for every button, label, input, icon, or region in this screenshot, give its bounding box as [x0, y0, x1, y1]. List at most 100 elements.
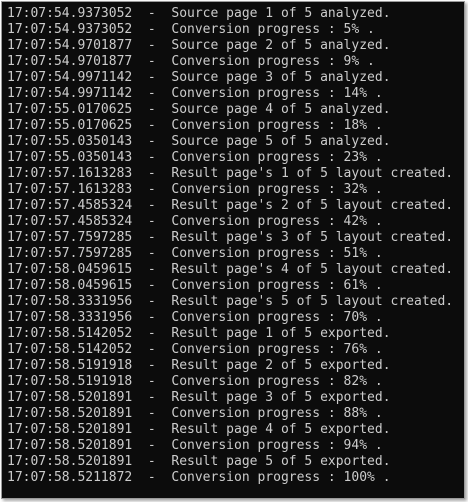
- log-timestamp: 17:07:58.5191918: [7, 374, 133, 389]
- log-message: Conversion progress : 100% .: [171, 470, 391, 485]
- log-message: Conversion progress : 18% .: [171, 118, 383, 133]
- log-timestamp: 17:07:54.9373052: [7, 22, 133, 37]
- log-message: Source page 5 of 5 analyzed.: [171, 134, 391, 149]
- log-timestamp: 17:07:57.1613283: [7, 182, 133, 197]
- log-line: 17:07:57.4585324 Conversion progress : 42…: [7, 214, 453, 230]
- log-message: Result page 4 of 5 exported.: [171, 422, 391, 437]
- log-line: 17:07:58.3331956 Result page's 5 of 5 lay…: [7, 294, 453, 310]
- log-line: 17:07:58.5211872 Conversion progress : 10…: [7, 470, 453, 486]
- log-message: Conversion progress : 14% .: [171, 86, 383, 101]
- log-separator: [132, 262, 171, 277]
- log-separator: [132, 326, 171, 341]
- log-message: Conversion progress : 61% .: [171, 278, 383, 293]
- log-separator: [132, 102, 171, 117]
- log-line: 17:07:58.5201891 Result page 4 of 5 expor…: [7, 422, 453, 438]
- log-message: Result page 5 of 5 exported.: [171, 454, 391, 469]
- log-separator: [132, 230, 171, 245]
- log-message: Source page 2 of 5 analyzed.: [171, 38, 391, 53]
- log-separator: [132, 54, 171, 69]
- log-line: 17:07:57.4585324 Result page's 2 of 5 lay…: [7, 198, 453, 214]
- log-separator: [132, 470, 171, 485]
- log-separator: [132, 134, 171, 149]
- log-separator: [132, 310, 171, 325]
- log-separator: [132, 150, 171, 165]
- log-timestamp: 17:07:54.9701877: [7, 38, 133, 53]
- log-message: Conversion progress : 88% .: [171, 406, 383, 421]
- log-message: Conversion progress : 51% .: [171, 246, 383, 261]
- log-timestamp: 17:07:58.0459615: [7, 278, 133, 293]
- log-separator: [132, 22, 171, 37]
- log-timestamp: 17:07:58.5201891: [7, 406, 133, 421]
- log-timestamp: 17:07:57.4585324: [7, 214, 133, 229]
- log-separator: [132, 374, 171, 389]
- log-line: 17:07:57.7597285 Result page's 3 of 5 lay…: [7, 230, 453, 246]
- log-line: 17:07:55.0170625 Conversion progress : 18…: [7, 118, 453, 134]
- log-line: 17:07:58.5142052 Conversion progress : 76…: [7, 342, 453, 358]
- log-separator: [132, 182, 171, 197]
- log-line: 17:07:54.9971142 Conversion progress : 14…: [7, 86, 453, 102]
- log-line: 17:07:54.9373052 Source page 1 of 5 analy…: [7, 6, 453, 22]
- log-message: Conversion progress : 23% .: [171, 150, 383, 165]
- log-line: 17:07:55.0170625 Source page 4 of 5 analy…: [7, 102, 453, 118]
- log-timestamp: 17:07:57.4585324: [7, 198, 133, 213]
- log-line: 17:07:58.0459615 Result page's 4 of 5 lay…: [7, 262, 453, 278]
- log-message: Result page's 4 of 5 layout created.: [171, 262, 454, 277]
- log-separator: [132, 198, 171, 213]
- log-separator: [132, 406, 171, 421]
- log-separator: [132, 246, 171, 261]
- log-message: Result page 1 of 5 exported.: [171, 326, 391, 341]
- console-window: 17:07:54.9373052 Source page 1 of 5 analy…: [1, 1, 465, 499]
- log-timestamp: 17:07:58.5201891: [7, 454, 133, 469]
- log-line: 17:07:58.5201891 Result page 3 of 5 expor…: [7, 390, 453, 406]
- log-separator: [132, 454, 171, 469]
- log-message: Conversion progress : 5% .: [171, 22, 375, 37]
- log-timestamp: 17:07:57.7597285: [7, 246, 133, 261]
- log-line: 17:07:55.0350143 Source page 5 of 5 analy…: [7, 134, 453, 150]
- log-separator: [132, 86, 171, 101]
- log-line: 17:07:54.9373052 Conversion progress : 5%…: [7, 22, 453, 38]
- log-timestamp: 17:07:55.0350143: [7, 134, 133, 149]
- log-message: Result page's 1 of 5 layout created.: [171, 166, 454, 181]
- log-message: Conversion progress : 82% .: [171, 374, 383, 389]
- log-timestamp: 17:07:58.3331956: [7, 294, 133, 309]
- log-message: Result page's 3 of 5 layout created.: [171, 230, 454, 245]
- log-timestamp: 17:07:58.5142052: [7, 326, 133, 341]
- log-line: 17:07:57.1613283 Result page's 1 of 5 lay…: [7, 166, 453, 182]
- log-separator: [132, 278, 171, 293]
- console-output: 17:07:54.9373052 Source page 1 of 5 analy…: [7, 6, 453, 486]
- log-line: 17:07:54.9701877 Source page 2 of 5 analy…: [7, 38, 453, 54]
- log-message: Source page 3 of 5 analyzed.: [171, 70, 391, 85]
- log-separator: [132, 390, 171, 405]
- log-line: 17:07:57.7597285 Conversion progress : 51…: [7, 246, 453, 262]
- log-line: 17:07:58.5201891 Conversion progress : 94…: [7, 438, 453, 454]
- log-timestamp: 17:07:55.0170625: [7, 118, 133, 133]
- log-timestamp: 17:07:58.0459615: [7, 262, 133, 277]
- log-line: 17:07:58.5201891 Conversion progress : 88…: [7, 406, 453, 422]
- log-timestamp: 17:07:58.5201891: [7, 422, 133, 437]
- log-line: 17:07:58.5201891 Result page 5 of 5 expor…: [7, 454, 453, 470]
- log-line: 17:07:58.3331956 Conversion progress : 70…: [7, 310, 453, 326]
- log-separator: [132, 438, 171, 453]
- log-line: 17:07:58.5191918 Conversion progress : 82…: [7, 374, 453, 390]
- log-line: 17:07:58.5191918 Result page 2 of 5 expor…: [7, 358, 453, 374]
- log-separator: [132, 342, 171, 357]
- log-separator: [132, 6, 171, 21]
- log-message: Result page's 2 of 5 layout created.: [171, 198, 454, 213]
- log-line: 17:07:58.5142052 Result page 1 of 5 expor…: [7, 326, 453, 342]
- log-timestamp: 17:07:58.5211872: [7, 470, 133, 485]
- log-timestamp: 17:07:58.5201891: [7, 438, 133, 453]
- log-message: Conversion progress : 32% .: [171, 182, 383, 197]
- log-timestamp: 17:07:55.0350143: [7, 150, 133, 165]
- log-message: Conversion progress : 94% .: [171, 438, 383, 453]
- log-separator: [132, 422, 171, 437]
- log-timestamp: 17:07:54.9971142: [7, 86, 133, 101]
- log-separator: [132, 38, 171, 53]
- log-separator: [132, 70, 171, 85]
- log-message: Result page's 5 of 5 layout created.: [171, 294, 454, 309]
- log-separator: [132, 294, 171, 309]
- log-message: Conversion progress : 9% .: [171, 54, 375, 69]
- log-message: Conversion progress : 42% .: [171, 214, 383, 229]
- log-message: Source page 1 of 5 analyzed.: [171, 6, 391, 21]
- log-timestamp: 17:07:57.1613283: [7, 166, 133, 181]
- log-timestamp: 17:07:58.5201891: [7, 390, 133, 405]
